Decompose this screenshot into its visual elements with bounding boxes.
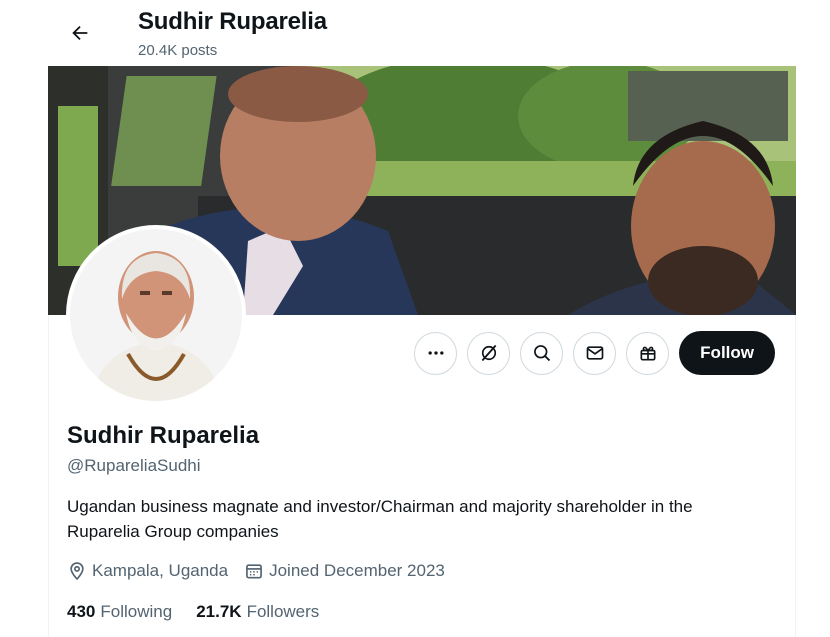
profile-meta: Kampala, Uganda Joined December 2023 xyxy=(67,561,445,581)
message-button[interactable] xyxy=(573,331,617,375)
join-date: Joined December 2023 xyxy=(244,561,445,581)
profile-bio: Ugandan business magnate and investor/Ch… xyxy=(67,497,693,541)
grok-icon xyxy=(481,344,497,362)
following-count: 430 xyxy=(67,602,96,621)
avatar-image xyxy=(70,229,242,401)
post-count: 20.4K posts xyxy=(138,42,218,59)
followers-link[interactable]: 21.7K Followers xyxy=(196,602,319,622)
profile-handle: @RupareliaSudhi xyxy=(67,456,201,475)
search-icon xyxy=(533,345,550,362)
followers-count: 21.7K xyxy=(196,602,242,621)
profile-actions: Follow xyxy=(414,331,775,375)
follow-stats: 430 Following 21.7K Followers xyxy=(67,602,319,622)
more-button[interactable] xyxy=(414,331,458,375)
search-button[interactable] xyxy=(520,331,564,375)
followers-label: Followers xyxy=(246,602,320,621)
follow-button[interactable]: Follow xyxy=(679,331,775,375)
top-bar: Sudhir Ruparelia 20.4K posts xyxy=(0,0,830,66)
profile-name: Sudhir Ruparelia xyxy=(67,422,260,449)
header-title: Sudhir Ruparelia xyxy=(138,8,327,35)
following-link[interactable]: 430 Following xyxy=(67,602,172,622)
avatar[interactable] xyxy=(66,225,246,405)
calendar-icon xyxy=(246,564,263,579)
gift-icon xyxy=(640,346,656,361)
following-label: Following xyxy=(100,602,173,621)
back-button[interactable] xyxy=(62,15,98,51)
join-date-text: Joined December 2023 xyxy=(269,561,445,580)
location-text: Kampala, Uganda xyxy=(92,561,229,580)
arrow-left-icon xyxy=(72,25,88,41)
more-icon xyxy=(428,351,444,355)
location-pin-icon xyxy=(70,562,84,581)
grok-button[interactable] xyxy=(467,331,511,375)
location: Kampala, Uganda xyxy=(67,561,228,581)
gift-button[interactable] xyxy=(626,331,670,375)
message-icon xyxy=(586,346,604,360)
